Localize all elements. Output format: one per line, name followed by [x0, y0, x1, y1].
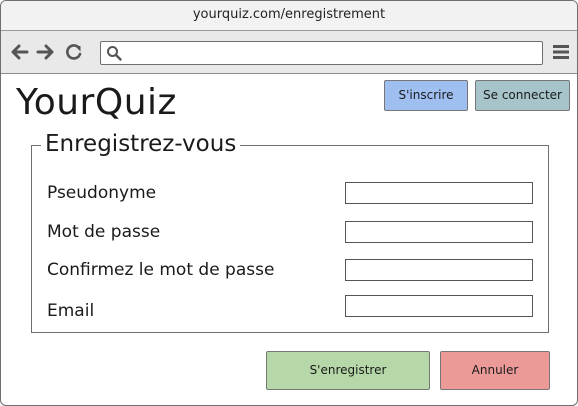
- arrow-left-icon[interactable]: [10, 42, 30, 62]
- site-logo[interactable]: YourQuiz: [16, 81, 177, 125]
- form-title: Enregistrez-vous: [41, 129, 241, 159]
- password-label: Mot de passe: [47, 222, 161, 242]
- username-field[interactable]: [345, 182, 533, 204]
- confirm-password-label: Confirmez le mot de passe: [47, 260, 275, 280]
- confirm-password-field[interactable]: [345, 259, 533, 281]
- email-field[interactable]: [345, 295, 533, 317]
- reload-icon[interactable]: [64, 42, 84, 62]
- login-button[interactable]: Se connecter: [475, 80, 570, 111]
- arrow-right-icon[interactable]: [35, 42, 55, 62]
- cancel-button[interactable]: Annuler: [440, 351, 550, 390]
- hamburger-menu-icon[interactable]: [552, 43, 570, 61]
- browser-toolbar: [1, 31, 577, 74]
- window-title: yourquiz.com/enregistrement: [1, 1, 577, 31]
- signup-button[interactable]: S'inscrire: [384, 80, 468, 111]
- browser-window: yourquiz.com/enregistrement YourQuiz S'i…: [0, 0, 578, 406]
- address-bar[interactable]: [100, 41, 543, 65]
- password-field[interactable]: [345, 221, 533, 243]
- address-input[interactable]: [127, 43, 541, 63]
- search-icon: [107, 46, 122, 61]
- email-label: Email: [47, 301, 95, 321]
- username-label: Pseudonyme: [47, 183, 157, 203]
- register-button[interactable]: S'enregistrer: [266, 351, 430, 390]
